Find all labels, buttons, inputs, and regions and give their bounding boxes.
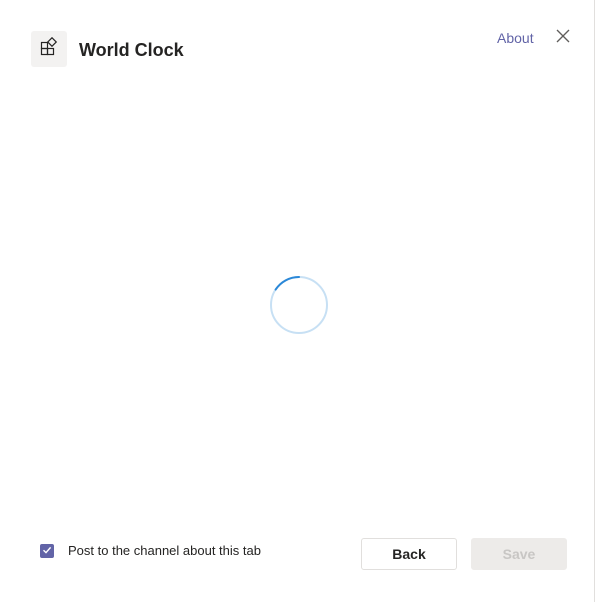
post-to-channel-label: Post to the channel about this tab (68, 543, 261, 558)
loading-spinner (269, 275, 329, 335)
close-button[interactable] (553, 28, 573, 48)
close-icon (556, 29, 570, 48)
about-link[interactable]: About (497, 29, 534, 47)
tab-config-dialog: World Clock About Post to the channel ab… (0, 0, 595, 602)
apps-add-icon (39, 36, 59, 62)
app-title: World Clock (79, 40, 184, 60)
app-icon-tile (31, 31, 67, 67)
back-button[interactable]: Back (361, 538, 457, 570)
post-to-channel-checkbox[interactable] (40, 544, 54, 558)
save-button[interactable]: Save (471, 538, 567, 570)
checkmark-icon (42, 542, 52, 560)
